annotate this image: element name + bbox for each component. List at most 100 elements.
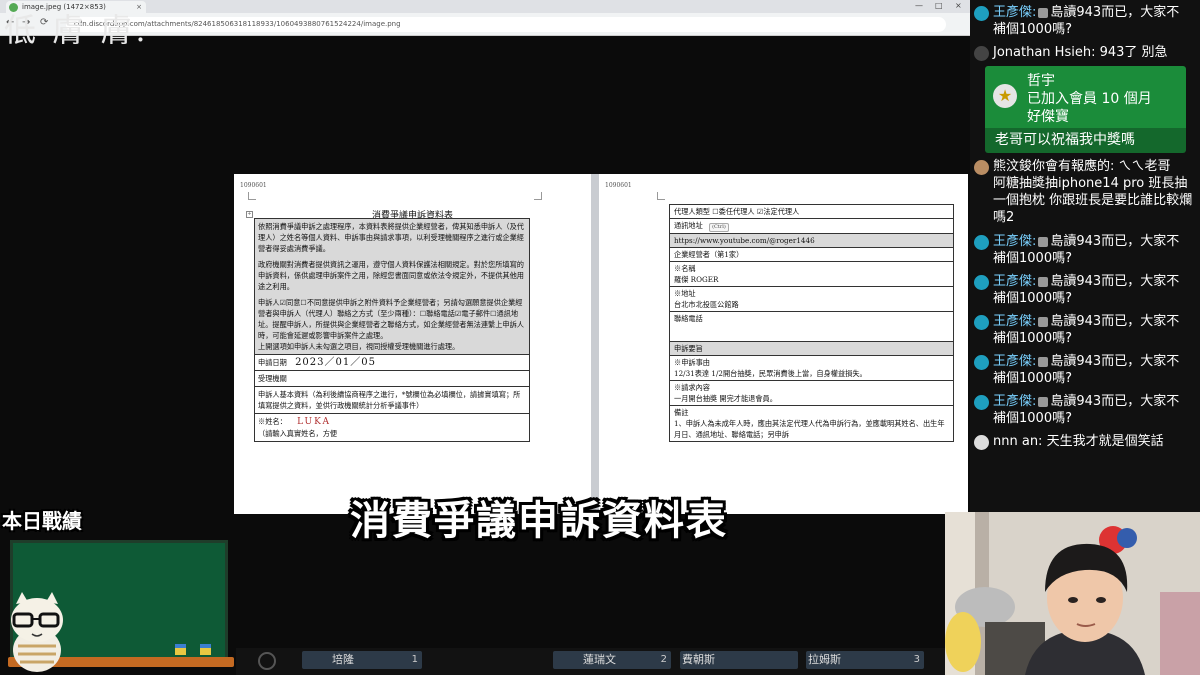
chat-username[interactable]: Jonathan Hsieh: [993,45,1095,60]
overlay-scratch-text: 低 膚 膚. [4,11,149,49]
chat-username[interactable]: 王彥傑: [993,314,1036,329]
basic-info-row: 申訴人基本資料（為利後續協商程序之進行，*號欄位為必填欄位，請據實填寫；所填寫提… [254,386,530,414]
member-name[interactable]: 哲宇 [1027,70,1055,90]
chat-text-cont: 補個1000嗎? [993,331,1072,346]
player-slot[interactable]: 蓮瑞文 2 [553,651,671,669]
chat-username[interactable]: 王彥傑: [993,5,1036,20]
name-value[interactable]: LUKA [297,417,331,427]
chat-text: 天生我才就是個笑話 [1046,434,1164,449]
name-hint: （請輸入真實姓名，方便 [258,429,338,438]
chat-username[interactable]: nnn an: [993,434,1042,449]
date-row: 申請日期 2023／01／05 [254,354,530,371]
member-badge-icon [1038,236,1049,247]
player-count: 3 [913,654,920,665]
company-name-label: ※名稱 [674,264,696,273]
player-count: 1 [411,654,418,665]
form-paragraph: 申訴人☑同意☐不同意提供申訴之附件資料予企業經營者；另請勾選願意提供企業經營者與… [258,298,524,340]
eraser-icon [200,644,211,655]
chat-message: nnn an: 天生我才就是個笑話 [974,433,1198,450]
avatar [974,275,989,290]
chat-text: 島讀943而已，大家不 [1050,234,1180,249]
chat-text: 島讀943而已，大家不 [1050,354,1180,369]
cat-mascot-icon [11,592,63,672]
document-viewer: 1090601 + 消費爭議申訴資料表 依照消費爭議申訴之處理程序，本資料表將提… [234,174,968,514]
player-name: 蓮瑞文 [583,653,616,666]
member-badge-name: 好傑寶 [1027,109,1069,125]
company-name-value[interactable]: 羅傑 ROGER [674,274,949,285]
stream-frame: image.jpeg (1472×853) × — □ × ← → ⟳ cdn.… [0,0,1200,675]
streamer-photo [945,512,1200,675]
avatar [974,355,989,370]
company-address-row: ※地址 台北市北投區公館路 [669,286,954,312]
avatar [974,160,989,175]
request-row: ※請求內容 一月開台抽獎 開完才能退會員。 [669,380,954,406]
date-label: 申請日期 [258,358,287,367]
reason-label: ※申訴事由 [674,358,710,367]
chat-username[interactable]: 王彥傑: [993,274,1036,289]
form-paragraph: 政府機關對消費者提供資訊之運用，遵守個人資料保護法相關規定。對於您所填寫的申訴資… [258,260,524,291]
chat-message: Jonathan Hsieh: 943了 別急 [974,44,1198,61]
chat-text-cont: 補個1000嗎? [993,251,1072,266]
avatar [974,315,989,330]
address-row: 通訊地址 (Ctrl) [669,218,954,234]
name-label: ※姓名： [258,417,287,426]
request-label: ※請求內容 [674,383,710,392]
company-header-row: 企業經營者（第1家） [669,247,954,262]
company-address-value[interactable]: 台北市北投區公館路 [674,299,949,310]
company-name-row: ※名稱 羅傑 ROGER [669,261,954,287]
phone-label: 聯絡電話 [674,314,703,323]
url-row[interactable]: https://www.youtube.com/@roger1446 [669,233,954,248]
member-badge-icon [1038,356,1049,367]
avatar [974,46,989,61]
chat-username[interactable]: 王彥傑: [993,354,1036,369]
maximize-icon[interactable]: □ [935,1,943,10]
chat-text-cont: 補個1000嗎? [993,371,1072,386]
video-subtitle: 消費爭議申訴資料表 [350,498,728,544]
form-intro-cell: 依照消費爭議申訴之處理程序，本資料表將提供企業經營者，俾其知悉申訴人（及代理人）… [254,218,530,355]
player-slot[interactable]: 拉姆斯 3 [806,651,924,669]
chat-username[interactable]: 王彥傑: [993,234,1036,249]
date-value[interactable]: 2023／01／05 [295,357,376,368]
chat-username[interactable]: 王彥傑: [993,394,1036,409]
agent-type-row: 代理人類型 ☐委任代理人 ☑法定代理人 [669,204,954,219]
player-slot[interactable]: 培隆 1 [302,651,422,669]
complaint-section-row: 申訴要旨 [669,341,954,356]
star-icon: ★ [993,84,1017,108]
minimize-icon[interactable]: — [915,1,923,10]
member-message: 老哥可以祝福我中獎嗎 [985,128,1186,153]
form-paragraph: 依照消費爭議申訴之處理程序，本資料表將提供企業經營者，俾其知悉申訴人（及代理人）… [258,222,524,253]
company-address-label: ※地址 [674,289,696,298]
address-label: 通訊地址 [674,221,703,230]
tab-title: image.jpeg (1472×853) [22,3,106,11]
document-page-left: 1090601 + 消費爭議申訴資料表 依照消費爭議申訴之處理程序，本資料表將提… [234,174,591,514]
player-slot[interactable]: 費朝斯 [680,651,798,669]
avatar [974,435,989,450]
reason-value[interactable]: 12/31表達 1/2開台抽獎，民眾消費後上當，自身權益損失。 [674,368,949,379]
chat-text: 島讀943而已，大家不 [1050,5,1180,20]
paste-options-chip[interactable]: (Ctrl) [709,223,729,232]
stats-label: 本日戰績 [2,509,82,533]
remarks-label: 備註 [674,408,689,417]
player-count: 2 [660,654,667,665]
member-duration: 已加入會員 10 個月 [1027,91,1152,107]
chat-text: ㄟㄟ老哥 [1118,159,1171,174]
address-bar[interactable]: cdn.discordapp.com/attachments/824618506… [66,17,946,32]
avatar [974,395,989,410]
chat-message: 熊汶鋑你會有報應的: ㄟㄟ老哥 阿糖抽獎抽iphone14 pro 班長抽一個抱… [974,158,1198,226]
complaint-form-table-continued: 代理人類型 ☐委任代理人 ☑法定代理人 通訊地址 (Ctrl) https://… [669,204,954,442]
chat-text-cont: 補個1000嗎? [993,411,1072,426]
request-value[interactable]: 一月開台抽獎 開完才能退會員。 [674,393,949,404]
webcam-feed [945,512,1200,675]
chat-message: 王彥傑: 島讀943而已，大家不 補個1000嗎? [974,4,1198,38]
player-name: 培隆 [332,653,354,666]
page-corner-mark [534,192,542,200]
remarks-row: 備註 1、申訴人為未成年人時，應由其法定代理人代為申訴行為，並應載明其姓名、出生… [669,405,954,442]
page-number: 1090601 [605,182,632,189]
chat-username[interactable]: 熊汶鋑你會有報應的: [993,159,1114,174]
reason-row: ※申訴事由 12/31表達 1/2開台抽獎，民眾消費後上當，自身權益損失。 [669,355,954,381]
window-close-icon[interactable]: × [955,1,962,10]
basic-info-text: 申訴人基本資料（為利後續協商程序之進行，*號欄位為必填欄位，請據實填寫；所填寫提… [258,390,521,410]
page-number: 1090601 [240,182,267,189]
member-badge-icon [1038,316,1049,327]
chat-message: 王彥傑: 島讀943而已，大家不 補個1000嗎? [974,273,1198,307]
